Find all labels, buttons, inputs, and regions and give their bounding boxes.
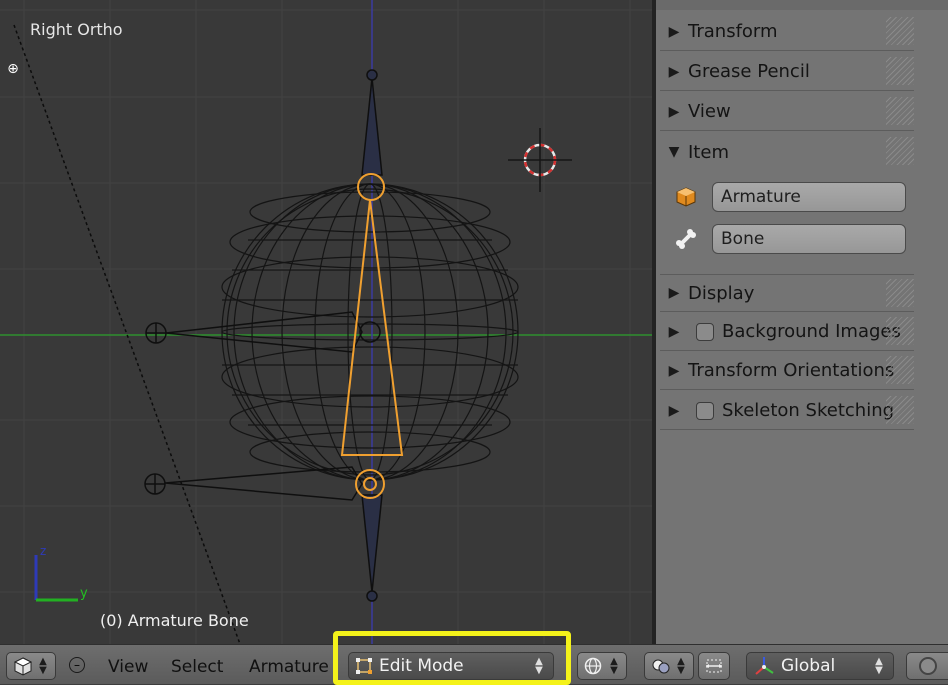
background-images-checkbox[interactable]: [696, 322, 714, 341]
orientation-label: Global: [781, 656, 836, 676]
active-object-status: (0) Armature Bone: [100, 611, 249, 630]
collapsed-arrow-icon: ▶: [668, 23, 680, 40]
panel-section-background-images[interactable]: ▶ Background Images: [660, 313, 914, 351]
3d-view-icon: [13, 657, 33, 676]
drag-grip-icon[interactable]: [886, 17, 914, 45]
section-label: Display: [688, 282, 755, 304]
collapsed-arrow-icon: ▶: [668, 323, 680, 340]
collapsed-arrow-icon: ▶: [668, 285, 680, 301]
bone-side-upper: [145, 311, 381, 353]
object-name-field[interactable]: Armature: [712, 182, 906, 212]
drag-grip-icon[interactable]: [886, 97, 914, 125]
section-label: View: [688, 101, 731, 122]
manipulator-icon: [706, 659, 722, 673]
section-label: Transform: [688, 21, 778, 42]
mode-highlight-box: [333, 631, 571, 685]
drag-grip-icon[interactable]: [886, 317, 914, 345]
drag-grip-icon[interactable]: [886, 396, 914, 424]
section-label: Item: [688, 141, 729, 163]
section-label: Grease Pencil: [688, 61, 810, 82]
item-bone-row: Bone: [672, 222, 912, 256]
gizmo-y-label: y: [80, 586, 88, 601]
up-down-arrows-icon: ▲ ▼: [677, 656, 685, 676]
item-object-row: Armature: [672, 180, 912, 214]
panel-section-grease-pencil[interactable]: ▶ Grease Pencil: [660, 53, 914, 91]
section-label: Transform Orientations: [688, 360, 895, 381]
collapsed-arrow-icon: ▶: [668, 362, 680, 379]
region-expand-plus-icon[interactable]: ⊕: [6, 62, 20, 76]
collapsed-arrow-icon: ▶: [668, 103, 680, 120]
panel-section-skeleton-sketching[interactable]: ▶ Skeleton Sketching: [660, 392, 914, 430]
expanded-arrow-icon: ▼: [668, 144, 680, 160]
pivot-point-icon: [652, 659, 670, 674]
sphere-mesh: [221, 183, 519, 481]
wireframe-shading-icon: [584, 657, 602, 675]
transform-orientation-selector[interactable]: Global ▲ ▼: [746, 652, 894, 680]
panel-section-transform[interactable]: ▶ Transform: [660, 13, 914, 51]
transform-orientation-icon: [747, 655, 781, 677]
view-label: Right Ortho: [30, 20, 123, 39]
viewport-grid: [0, 0, 652, 644]
3d-cursor-icon[interactable]: [508, 128, 572, 192]
panel-section-item[interactable]: ▼ Item: [660, 133, 914, 171]
layer-circle-icon: [918, 657, 937, 675]
layer-button[interactable]: [906, 652, 948, 680]
menu-armature[interactable]: Armature: [249, 657, 329, 677]
bone-top: [361, 69, 383, 176]
armature-object-icon: [672, 185, 700, 209]
collapsed-arrow-icon: ▶: [668, 63, 680, 80]
collapse-menus-icon[interactable]: –: [69, 657, 85, 673]
pivot-point-selector[interactable]: ▲ ▼: [644, 652, 694, 680]
section-label: Skeleton Sketching: [722, 400, 895, 421]
drag-grip-icon[interactable]: [886, 137, 914, 165]
up-down-arrows-icon: ▲ ▼: [39, 656, 47, 676]
panel-section-view[interactable]: ▶ View: [660, 93, 914, 131]
panel-section-transform-orientations[interactable]: ▶ Transform Orientations: [660, 352, 914, 390]
drag-grip-icon[interactable]: [886, 279, 914, 307]
menu-view[interactable]: View: [108, 657, 148, 677]
3d-viewport[interactable]: z y Right Ortho ⊕ (0) Armature Bone: [0, 0, 652, 644]
skeleton-sketching-checkbox[interactable]: [696, 401, 714, 420]
menu-select[interactable]: Select: [171, 657, 223, 677]
bone-name-field[interactable]: Bone: [712, 224, 906, 254]
panel-section-display[interactable]: ▶ Display: [660, 274, 914, 312]
editor-type-selector[interactable]: ▲ ▼: [6, 652, 56, 680]
collapsed-arrow-icon: ▶: [668, 402, 680, 419]
gizmo-z-label: z: [40, 544, 46, 558]
bone-bottom: [361, 494, 383, 602]
section-label: Background Images: [722, 321, 901, 342]
viewport-shading-selector[interactable]: ▲ ▼: [577, 652, 627, 680]
up-down-arrows-icon: ▲ ▼: [610, 656, 618, 676]
drag-grip-icon[interactable]: [886, 356, 914, 384]
bone-icon: [672, 227, 700, 251]
up-down-arrows-icon: ▲ ▼: [875, 656, 883, 676]
manipulator-toggle[interactable]: [698, 652, 730, 680]
orientation-gizmo: [34, 555, 78, 602]
viewport-canvas: z y: [0, 0, 652, 644]
drag-grip-icon[interactable]: [886, 57, 914, 85]
panel-top-strip: [656, 0, 948, 10]
